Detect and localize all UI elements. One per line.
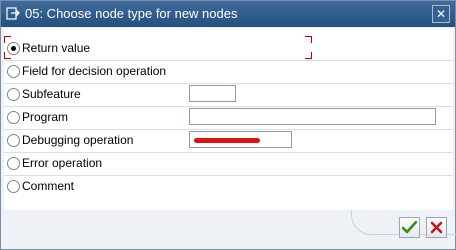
debugging-operation-input[interactable] — [189, 131, 292, 148]
radio-debugging-operation[interactable] — [7, 134, 20, 147]
option-label: Comment — [22, 179, 75, 193]
dialog-icon — [6, 7, 20, 20]
dialog-title: 05: Choose node type for new nodes — [25, 6, 238, 21]
option-error-operation[interactable]: Error operation — [4, 152, 453, 176]
radio-field-for-decision-operation[interactable] — [7, 65, 20, 78]
option-field-for-decision-operation[interactable]: Field for decision operation — [4, 60, 453, 84]
option-label: Subfeature — [22, 87, 81, 101]
option-label: Debugging operation — [22, 133, 134, 147]
option-return-value[interactable]: Return value — [4, 37, 453, 61]
radio-program[interactable] — [7, 111, 20, 124]
cross-icon — [430, 221, 443, 234]
program-input[interactable] — [189, 108, 436, 125]
redaction-mark — [194, 138, 260, 143]
radio-error-operation[interactable] — [7, 157, 20, 170]
option-comment[interactable]: Comment — [4, 175, 453, 198]
close-button[interactable]: ✕ — [432, 5, 450, 23]
checkmark-icon — [402, 221, 417, 234]
option-label: Return value — [22, 41, 91, 55]
option-subfeature[interactable]: Subfeature — [4, 83, 453, 107]
option-program[interactable]: Program — [4, 106, 453, 130]
radio-comment[interactable] — [7, 180, 20, 193]
title-bar: 05: Choose node type for new nodes ✕ — [1, 1, 455, 27]
cancel-button[interactable] — [426, 217, 447, 238]
ok-button[interactable] — [399, 217, 420, 238]
option-label: Field for decision operation — [22, 64, 167, 78]
dialog-window: 05: Choose node type for new nodes ✕ Ret… — [0, 0, 456, 250]
subfeature-input[interactable] — [189, 85, 236, 102]
options-panel: Return value Field for decision operatio… — [4, 29, 453, 210]
radio-return-value[interactable] — [7, 42, 20, 55]
option-label: Error operation — [22, 156, 103, 170]
close-icon: ✕ — [435, 7, 447, 21]
option-debugging-operation[interactable]: Debugging operation — [4, 129, 453, 153]
radio-subfeature[interactable] — [7, 88, 20, 101]
button-bar — [1, 210, 456, 249]
option-label: Program — [22, 110, 69, 124]
